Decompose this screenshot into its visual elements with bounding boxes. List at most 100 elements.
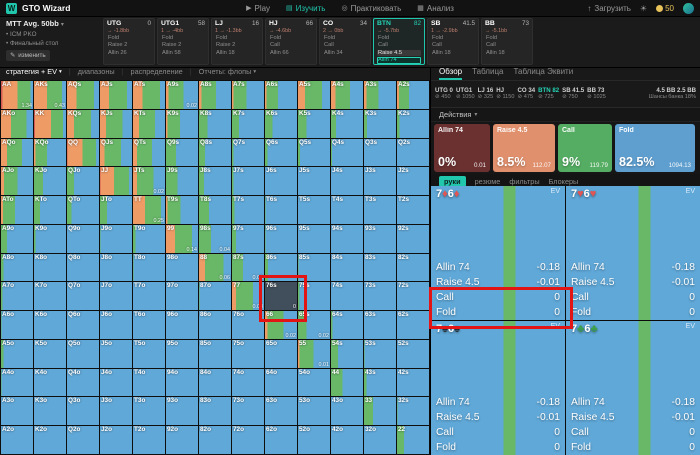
- matrix-cell-44[interactable]: 44: [331, 368, 363, 397]
- position-action[interactable]: Raise 2: [215, 42, 259, 48]
- matrix-cell-52o[interactable]: 52o: [298, 426, 330, 454]
- matrix-cell-84o[interactable]: 84o: [199, 368, 231, 397]
- position-action[interactable]: Fold: [323, 35, 367, 41]
- matrix-cell-82o[interactable]: 82o: [199, 426, 231, 454]
- matrix-cell-J4s[interactable]: J4s: [331, 167, 363, 196]
- matrix-cell-A6o[interactable]: A6o: [1, 311, 33, 339]
- matrix-cell-32s[interactable]: 32s: [397, 397, 429, 426]
- matrix-cell-T7s[interactable]: T7s: [232, 196, 264, 224]
- matrix-cell-K6o[interactable]: K6o: [34, 311, 66, 339]
- matrix-cell-87s[interactable]: 87s 0.08: [232, 253, 264, 282]
- matrix-cell-AA[interactable]: AA 1.34: [1, 81, 33, 109]
- matrix-cell-99[interactable]: 99 0.14: [166, 224, 198, 253]
- matrix-cell-A7s[interactable]: A7s: [232, 81, 264, 109]
- chip-sb[interactable]: SB 41.5 ⊘ 750: [562, 87, 584, 102]
- matrix-cell-AKs[interactable]: AKs 0.43: [34, 81, 66, 109]
- matrix-cell-J2o[interactable]: J2o: [100, 426, 132, 454]
- matrix-cell-Q4s[interactable]: Q4s: [331, 138, 363, 167]
- matrix-cell-AQs[interactable]: AQs: [67, 81, 99, 109]
- position-action[interactable]: Call: [323, 42, 367, 48]
- position-action[interactable]: Allin 58: [161, 50, 205, 56]
- matrix-cell-A3o[interactable]: A3o: [1, 397, 33, 426]
- matrix-cell-98s[interactable]: 98s 0.04: [199, 224, 231, 253]
- combo-7h6h[interactable]: 7♥6♥ EV Allin 74 -0.18 Raise 4.5 -0.01 Call 0 Fo…: [566, 186, 700, 320]
- matrix-cell-64o[interactable]: 64o: [265, 368, 297, 397]
- matrix-cell-Q2s[interactable]: Q2s: [397, 138, 429, 167]
- matrix-cell-Q5s[interactable]: Q5s: [298, 138, 330, 167]
- matrix-cell-76o[interactable]: 76o: [232, 311, 264, 339]
- matrix-cell-97o[interactable]: 97o: [166, 282, 198, 311]
- matrix-cell-KTo[interactable]: KTo: [34, 196, 66, 224]
- matrix-cell-QQ[interactable]: QQ: [67, 138, 99, 167]
- matrix-cell-75s[interactable]: 75s: [298, 282, 330, 311]
- nav-practice[interactable]: ◎ Практиковать: [341, 4, 401, 13]
- matrix-cell-KQo[interactable]: KQo: [34, 138, 66, 167]
- position-action[interactable]: Raise 2: [161, 42, 205, 48]
- matrix-cell-55[interactable]: 55 0.01: [298, 339, 330, 368]
- matrix-cell-J2s[interactable]: J2s: [397, 167, 429, 196]
- matrix-cell-A3s[interactable]: A3s: [364, 81, 396, 109]
- chip-utg[interactable]: UTG 0 ⊘ 450: [435, 87, 453, 102]
- toolbar-tab-2[interactable]: диапазоны: [78, 67, 115, 76]
- matrix-cell-A7o[interactable]: A7o: [1, 282, 33, 311]
- position-action[interactable]: Raise 2: [107, 42, 151, 48]
- matrix-cell-J5o[interactable]: J5o: [100, 339, 132, 368]
- matrix-cell-32o[interactable]: 32o: [364, 426, 396, 454]
- matrix-cell-85s[interactable]: 85s: [298, 253, 330, 282]
- matrix-cell-T9o[interactable]: T9o: [133, 224, 165, 253]
- matrix-cell-T4o[interactable]: T4o: [133, 368, 165, 397]
- subtab-3-фильтры[interactable]: фильтры: [509, 177, 539, 186]
- matrix-cell-A6s[interactable]: A6s: [265, 81, 297, 109]
- matrix-cell-T7o[interactable]: T7o: [133, 282, 165, 311]
- position-action[interactable]: Call: [377, 42, 421, 48]
- matrix-cell-K7o[interactable]: K7o: [34, 282, 66, 311]
- matrix-cell-64s[interactable]: 64s: [331, 311, 363, 339]
- matrix-cell-J7o[interactable]: J7o: [100, 282, 132, 311]
- matrix-cell-JTs[interactable]: JTs 0.02: [133, 167, 165, 196]
- matrix-cell-62o[interactable]: 62o: [265, 426, 297, 454]
- matrix-cell-T5o[interactable]: T5o: [133, 339, 165, 368]
- matrix-cell-T8o[interactable]: T8o: [133, 253, 165, 282]
- matrix-cell-K8o[interactable]: K8o: [34, 253, 66, 282]
- matrix-cell-Q8o[interactable]: Q8o: [67, 253, 99, 282]
- actions-header[interactable]: Действия ▾: [431, 108, 700, 122]
- matrix-cell-85o[interactable]: 85o: [199, 339, 231, 368]
- matrix-cell-53o[interactable]: 53o: [298, 397, 330, 426]
- matrix-cell-94o[interactable]: 94o: [166, 368, 198, 397]
- matrix-cell-AJo[interactable]: AJo: [1, 167, 33, 196]
- matrix-cell-T6o[interactable]: T6o: [133, 311, 165, 339]
- matrix-cell-Q2o[interactable]: Q2o: [67, 426, 99, 454]
- position-action[interactable]: Fold: [431, 35, 475, 41]
- matrix-cell-J8o[interactable]: J8o: [100, 253, 132, 282]
- matrix-cell-Q9o[interactable]: Q9o: [67, 224, 99, 253]
- toolbar-tab-4[interactable]: Отчеты: флопы ▾: [199, 67, 256, 76]
- matrix-cell-TT[interactable]: TT 0.25: [133, 196, 165, 224]
- matrix-cell-A5s[interactable]: A5s: [298, 81, 330, 109]
- matrix-cell-QTo[interactable]: QTo: [67, 196, 99, 224]
- matrix-cell-Q4o[interactable]: Q4o: [67, 368, 99, 397]
- matrix-cell-65o[interactable]: 65o: [265, 339, 297, 368]
- position-action[interactable]: Fold: [161, 35, 205, 41]
- upload-button[interactable]: ↑ Загрузить: [587, 4, 631, 13]
- matrix-cell-K7s[interactable]: K7s: [232, 109, 264, 138]
- matrix-cell-65s[interactable]: 65s 0.02: [298, 311, 330, 339]
- matrix-cell-83s[interactable]: 83s: [364, 253, 396, 282]
- matrix-cell-J3o[interactable]: J3o: [100, 397, 132, 426]
- logo-icon[interactable]: W: [6, 2, 17, 14]
- matrix-cell-87o[interactable]: 87o: [199, 282, 231, 311]
- matrix-cell-K4o[interactable]: K4o: [34, 368, 66, 397]
- matrix-cell-92o[interactable]: 92o: [166, 426, 198, 454]
- matrix-cell-T2o[interactable]: T2o: [133, 426, 165, 454]
- matrix-cell-86o[interactable]: 86o: [199, 311, 231, 339]
- matrix-cell-Q7o[interactable]: Q7o: [67, 282, 99, 311]
- matrix-cell-83o[interactable]: 83o: [199, 397, 231, 426]
- chip-utg1[interactable]: UTG1 ⊘ 1050: [456, 87, 475, 102]
- matrix-cell-53s[interactable]: 53s: [364, 339, 396, 368]
- edit-button[interactable]: ✎ изменить: [6, 50, 50, 61]
- chip-hj[interactable]: HJ ⊘ 1150: [496, 87, 514, 102]
- position-box-hj[interactable]: HJ 66 → -4.6bb Fold Call Allin 66: [265, 18, 317, 65]
- matrix-cell-KQs[interactable]: KQs: [67, 109, 99, 138]
- position-action[interactable]: Call: [485, 42, 529, 48]
- matrix-cell-72s[interactable]: 72s: [397, 282, 429, 311]
- matrix-cell-ATo[interactable]: ATo: [1, 196, 33, 224]
